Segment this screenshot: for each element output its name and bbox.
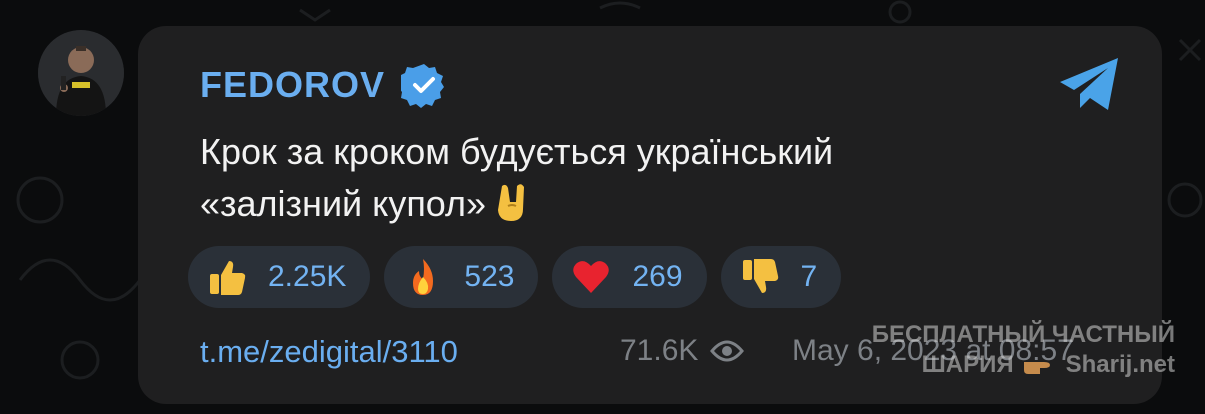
rock-hand-emoji-icon [496,182,532,236]
reaction-heart[interactable]: 269 [552,246,707,308]
message-line-1: Крок за кроком будується український [200,131,834,172]
views-count: 71.6K [620,334,699,367]
message-header: FEDOROV [200,62,447,108]
reactions-bar: 2.25K 523 269 7 [188,246,842,308]
watermark-line-2b: Sharij.net [1065,351,1175,378]
watermark-line-2a: ШАРИЯ [921,351,1014,378]
reaction-count: 7 [800,260,818,293]
reaction-thumbs-up[interactable]: 2.25K [188,246,371,308]
watermark-line-1: БЕСПЛАТНЫЙ ЧАСТНЫЙ [871,321,1175,348]
message-line-2: «залізний купол» [200,183,487,224]
heart-icon [570,256,612,298]
pointing-hand-icon [1023,362,1050,374]
verified-badge-icon [401,64,445,108]
telegram-share-icon[interactable] [1058,56,1122,112]
eye-icon [710,340,745,362]
reaction-fire[interactable]: 523 [384,246,539,308]
fire-icon [402,256,444,298]
channel-avatar[interactable] [38,30,124,116]
message-text: Крок за кроком будується український «за… [200,126,1020,236]
channel-name[interactable]: FEDOROV [200,64,385,106]
reaction-count: 523 [464,260,515,293]
reaction-count: 269 [632,260,683,293]
thumbs-up-icon [206,256,248,298]
watermark: БЕСПЛАТНЫЙ ЧАСТНЫЙ ШАРИЯ Sharij.net [872,320,1175,380]
view-counter: 71.6K [620,334,745,368]
thumbs-down-icon [739,256,781,298]
reaction-count: 2.25K [268,260,347,293]
reaction-thumbs-down[interactable]: 7 [720,246,842,308]
post-link[interactable]: t.me/zedigital/3110 [200,334,458,370]
